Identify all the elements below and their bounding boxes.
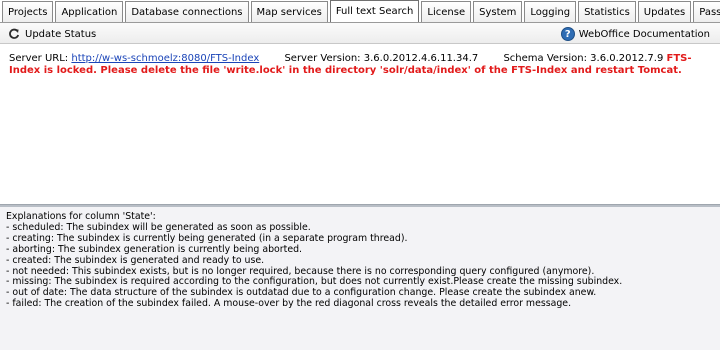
server-version-label: Server Version: [284,53,361,64]
state-explanations: Explanations for column 'State': - sched… [0,207,720,350]
update-status-button[interactable]: Update Status [8,26,96,42]
refresh-icon [8,28,20,40]
server-url-label: Server URL: [9,53,69,64]
tab-full-text-search[interactable]: Full text Search [329,0,420,22]
server-version-value: 3.6.0.2012.4.6.11.34.7 [363,53,479,64]
explanation-line: - aborting: The subindex generation is c… [6,243,303,255]
schema-version-value: 3.6.0.2012.7.9 [590,53,664,64]
tab-logging[interactable]: Logging [524,1,577,22]
tab-system[interactable]: System [473,1,523,22]
tab-password[interactable]: Password [693,1,720,22]
explanation-line: - created: The subindex is generated and… [6,254,265,266]
tab-updates[interactable]: Updates [637,1,692,22]
help-icon: ? [560,27,575,41]
server-url-link[interactable]: http://w-ws-schmoelz:8080/FTS-Index [71,53,259,64]
tab-statistics[interactable]: Statistics [578,1,636,22]
tab-map-services[interactable]: Map services [250,1,328,22]
tab-projects[interactable]: Projects [2,1,54,22]
status-info-panel: Server URL: http://w-ws-schmoelz:8080/FT… [0,44,720,194]
tab-license[interactable]: License [421,1,472,22]
schema-version-label: Schema Version: [503,53,587,64]
documentation-button[interactable]: ? WebOffice Documentation [560,25,710,43]
explanation-line: - failed: The creation of the subindex f… [6,298,572,310]
update-status-label: Update Status [25,28,97,40]
tab-bar: Projects Application Database connection… [0,0,720,22]
tab-database-connections[interactable]: Database connections [125,1,249,22]
toolbar: Update Status ? WebOffice Documentation [0,22,720,44]
documentation-label: WebOffice Documentation [578,28,710,40]
tab-application[interactable]: Application [55,1,124,22]
